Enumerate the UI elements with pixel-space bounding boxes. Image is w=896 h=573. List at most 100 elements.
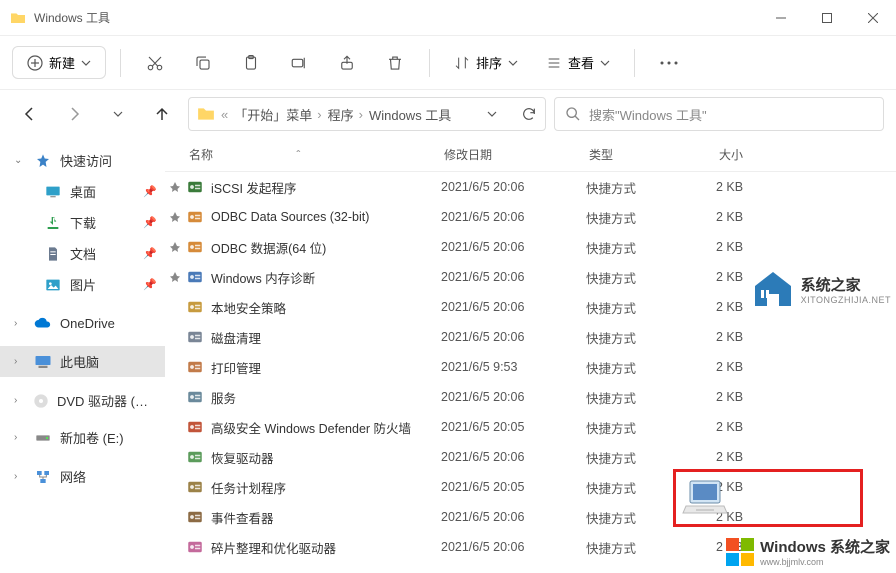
breadcrumb-part[interactable]: Windows 工具 [369, 105, 451, 124]
file-name: 本地安全策略 [211, 298, 441, 317]
file-size: 2 KB [716, 240, 796, 254]
file-icon [185, 357, 205, 377]
chevron-down-icon [600, 58, 610, 68]
copy-button[interactable] [183, 43, 223, 83]
recent-button[interactable] [100, 96, 136, 132]
pin-icon [165, 272, 185, 282]
file-row[interactable]: 恢复驱动器 2021/6/5 20:06 快捷方式 2 KB [165, 442, 896, 472]
file-icon [185, 387, 205, 407]
chevron-down-icon [508, 58, 518, 68]
pc-icon [34, 353, 52, 371]
cut-button[interactable] [135, 43, 175, 83]
sidebar-network[interactable]: ›网络 [0, 461, 165, 492]
file-type: 快捷方式 [586, 178, 716, 197]
breadcrumb-part[interactable]: 「开始」菜单 › [234, 105, 321, 124]
view-label: 查看 [568, 53, 594, 72]
file-icon [185, 507, 205, 527]
rename-button[interactable] [279, 43, 319, 83]
file-row[interactable]: 碎片整理和优化驱动器 2021/6/5 20:06 快捷方式 2 KB [165, 532, 896, 562]
new-label: 新建 [49, 53, 75, 72]
file-row[interactable]: 本地安全策略 2021/6/5 20:06 快捷方式 2 KB [165, 292, 896, 322]
file-row[interactable]: 打印管理 2021/6/5 9:53 快捷方式 2 KB [165, 352, 896, 382]
disc-icon [33, 392, 49, 410]
file-size: 2 KB [716, 420, 796, 434]
file-name: 恢复驱动器 [211, 448, 441, 467]
view-button[interactable]: 查看 [536, 47, 620, 78]
navbar: « 「开始」菜单 › 程序 › Windows 工具 搜索"Windows 工具… [0, 90, 896, 138]
sidebar-thispc[interactable]: ›此电脑 [0, 346, 165, 377]
file-type: 快捷方式 [586, 448, 716, 467]
file-size: 2 KB [716, 450, 796, 464]
sidebar-quick-access[interactable]: ⌄ 快速访问 [0, 145, 165, 176]
sidebar-desktop[interactable]: 桌面📌 [10, 176, 165, 207]
maximize-button[interactable] [804, 0, 850, 36]
col-name[interactable]: 名称 ˆ [189, 146, 444, 163]
file-icon [185, 447, 205, 467]
sidebar-documents[interactable]: 文档📌 [10, 238, 165, 269]
star-icon [34, 152, 52, 170]
sidebar-pictures[interactable]: 图片📌 [10, 269, 165, 300]
col-type[interactable]: 类型 [589, 146, 719, 163]
file-date: 2021/6/5 20:05 [441, 420, 586, 434]
file-row[interactable]: 磁盘清理 2021/6/5 20:06 快捷方式 2 KB [165, 322, 896, 352]
file-date: 2021/6/5 20:06 [441, 540, 586, 554]
file-size: 2 KB [716, 540, 796, 554]
file-name: 事件查看器 [211, 508, 441, 527]
file-row[interactable]: iSCSI 发起程序 2021/6/5 20:06 快捷方式 2 KB [165, 172, 896, 202]
share-button[interactable] [327, 43, 367, 83]
file-size: 2 KB [716, 270, 796, 284]
divider [634, 49, 635, 77]
file-name: iSCSI 发起程序 [211, 178, 441, 197]
column-headers: 名称 ˆ 修改日期 类型 大小 [165, 138, 896, 172]
file-type: 快捷方式 [586, 388, 716, 407]
pin-icon: 📌 [143, 216, 157, 229]
file-row[interactable]: Windows 内存诊断 2021/6/5 20:06 快捷方式 2 KB [165, 262, 896, 292]
file-date: 2021/6/5 20:06 [441, 390, 586, 404]
window-title: Windows 工具 [34, 9, 758, 26]
file-list: 名称 ˆ 修改日期 类型 大小 iSCSI 发起程序 2021/6/5 20:0… [165, 138, 896, 573]
pictures-icon [44, 276, 62, 294]
col-date[interactable]: 修改日期 [444, 146, 589, 163]
file-row[interactable]: 事件查看器 2021/6/5 20:06 快捷方式 2 KB [165, 502, 896, 532]
paste-button[interactable] [231, 43, 271, 83]
file-row[interactable]: 服务 2021/6/5 20:06 快捷方式 2 KB [165, 382, 896, 412]
file-type: 快捷方式 [586, 328, 716, 347]
sidebar-dvd[interactable]: ›DVD 驱动器 (D:) CC [0, 385, 165, 416]
address-bar[interactable]: « 「开始」菜单 › 程序 › Windows 工具 [188, 97, 546, 131]
file-name: Windows 内存诊断 [211, 268, 441, 287]
file-type: 快捷方式 [586, 538, 716, 557]
file-type: 快捷方式 [586, 268, 716, 287]
drive-icon [34, 429, 52, 447]
col-size[interactable]: 大小 [719, 146, 799, 163]
up-button[interactable] [144, 96, 180, 132]
file-row[interactable]: ODBC Data Sources (32-bit) 2021/6/5 20:0… [165, 202, 896, 232]
download-icon [44, 214, 62, 232]
file-name: 磁盘清理 [211, 328, 441, 347]
close-button[interactable] [850, 0, 896, 36]
back-button[interactable] [12, 96, 48, 132]
file-name: 任务计划程序 [211, 478, 441, 497]
breadcrumb-part[interactable]: 程序 › [328, 105, 363, 124]
refresh-button[interactable] [521, 106, 537, 122]
search-box[interactable]: 搜索"Windows 工具" [554, 97, 884, 131]
sidebar: ⌄ 快速访问 桌面📌 下载📌 文档📌 图片📌 ›OneDrive ›此电脑 ›D… [0, 138, 165, 573]
chevron-down-icon[interactable] [487, 109, 497, 119]
sidebar-onedrive[interactable]: ›OneDrive [0, 308, 165, 338]
titlebar: Windows 工具 [0, 0, 896, 36]
file-size: 2 KB [716, 180, 796, 194]
delete-button[interactable] [375, 43, 415, 83]
file-name: ODBC 数据源(64 位) [211, 238, 441, 257]
content: ⌄ 快速访问 桌面📌 下载📌 文档📌 图片📌 ›OneDrive ›此电脑 ›D… [0, 138, 896, 573]
file-icon [185, 297, 205, 317]
sort-button[interactable]: 排序 [444, 47, 528, 78]
more-button[interactable] [649, 43, 689, 83]
sidebar-volume[interactable]: ›新加卷 (E:) [0, 422, 165, 453]
file-row[interactable]: ODBC 数据源(64 位) 2021/6/5 20:06 快捷方式 2 KB [165, 232, 896, 262]
forward-button[interactable] [56, 96, 92, 132]
new-button[interactable]: 新建 [12, 46, 106, 79]
file-row[interactable]: 高级安全 Windows Defender 防火墙 2021/6/5 20:05… [165, 412, 896, 442]
file-row[interactable]: 任务计划程序 2021/6/5 20:05 快捷方式 2 KB [165, 472, 896, 502]
sidebar-downloads[interactable]: 下载📌 [10, 207, 165, 238]
file-size: 2 KB [716, 210, 796, 224]
minimize-button[interactable] [758, 0, 804, 36]
